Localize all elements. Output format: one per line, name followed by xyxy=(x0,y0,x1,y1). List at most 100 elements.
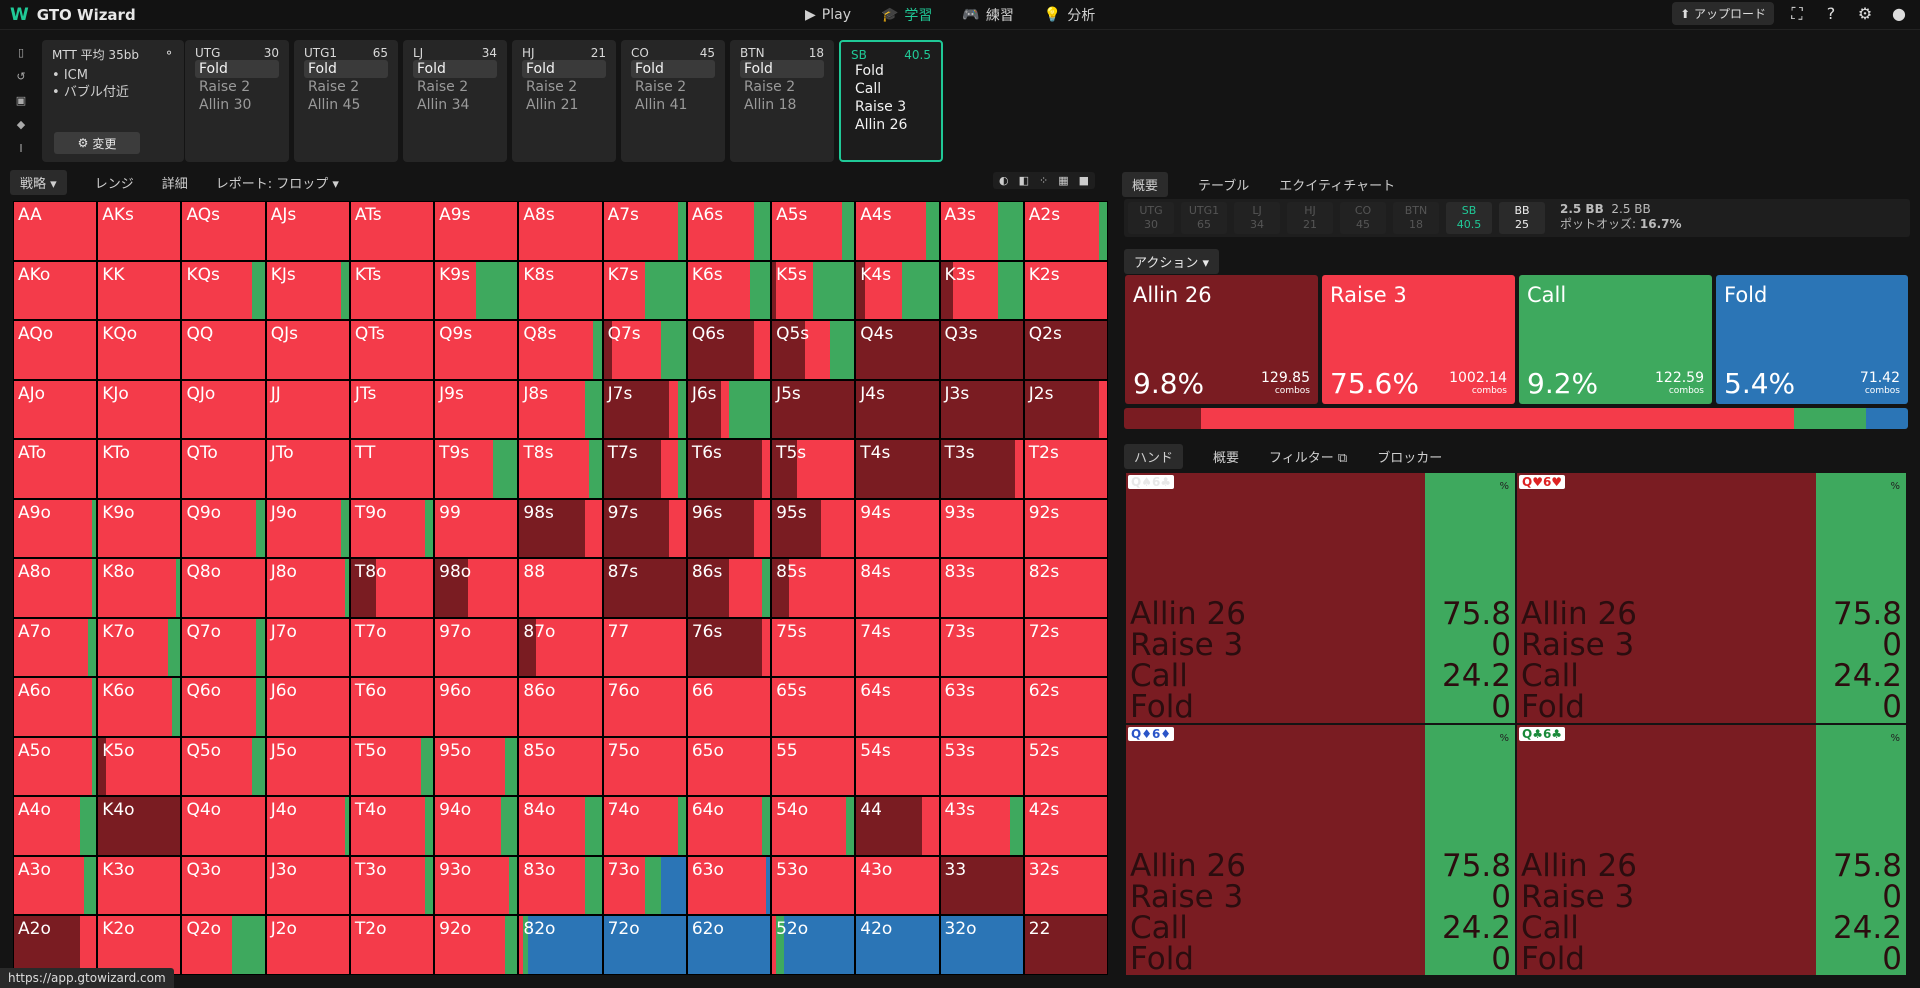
action-fold[interactable]: Fold xyxy=(304,60,388,78)
hand-cell[interactable]: Q2o xyxy=(182,916,265,974)
hand-cell[interactable]: 72s xyxy=(1024,618,1107,677)
hand-cell[interactable]: AQo xyxy=(14,321,97,379)
contrast-icon[interactable]: ◧ xyxy=(1019,174,1029,187)
hand-cell[interactable]: K6s xyxy=(687,261,771,320)
hand-cell[interactable]: 83s xyxy=(940,559,1023,617)
hand-cell[interactable]: 52s xyxy=(1024,737,1107,796)
hand-cell[interactable]: J9o xyxy=(266,499,349,558)
hand-cell[interactable]: 65o xyxy=(687,737,771,796)
action-box-allin[interactable]: Allin 26 9.8% 129.85 combos xyxy=(1125,275,1318,404)
action-fold[interactable]: Fold xyxy=(631,60,715,78)
hand-cell[interactable]: QTo xyxy=(182,440,265,498)
hand-cell[interactable]: T5o xyxy=(350,737,434,796)
action-fold[interactable]: Fold xyxy=(740,60,824,78)
hand-cell[interactable]: 87s xyxy=(603,559,686,617)
hand-cell[interactable]: AA xyxy=(14,202,97,260)
tab-hands[interactable]: ハンド xyxy=(1124,444,1184,469)
hand-cell[interactable]: 72o xyxy=(603,916,686,974)
hand-cell[interactable]: Q3s xyxy=(940,321,1023,379)
hand-cell[interactable]: 95s xyxy=(772,499,855,558)
hand-cell[interactable]: J5o xyxy=(266,737,349,796)
hand-cell[interactable]: J8s xyxy=(519,380,602,439)
hand-cell[interactable]: 44 xyxy=(856,797,939,855)
hand-cell[interactable]: KQo xyxy=(98,321,181,379)
nav-play[interactable]: ▶ Play xyxy=(805,7,851,23)
hand-cell[interactable]: 92o xyxy=(435,916,518,974)
share-icon[interactable]: ⚬ xyxy=(164,46,174,63)
hand-cell[interactable]: QQ xyxy=(182,321,265,379)
hand-cell[interactable]: T2o xyxy=(350,916,434,974)
pos-utg1[interactable]: UTG1 65 xyxy=(1181,202,1227,234)
help-icon[interactable]: ? xyxy=(1820,3,1842,25)
hand-cell[interactable]: AQs xyxy=(182,202,265,260)
hand-combo-card[interactable]: Q♠6♣ % Allin 26 75.8 Raise 30 Call 24.2 Fo… xyxy=(1126,473,1515,723)
pos-sb[interactable]: SB 40.5 xyxy=(1446,202,1492,234)
hand-cell[interactable]: A4o xyxy=(14,797,97,855)
hand-cell[interactable]: 73o xyxy=(603,856,686,915)
hand-cell[interactable]: 75o xyxy=(603,737,686,796)
hand-cell[interactable]: 94s xyxy=(856,499,939,558)
hand-cell[interactable]: K9o xyxy=(98,499,181,558)
position-card-lj[interactable]: LJ 34 Fold Raise 2 Allin 34 xyxy=(403,40,507,162)
small-grid-icon[interactable]: ⁘ xyxy=(1039,174,1048,187)
hand-cell[interactable]: 43s xyxy=(940,797,1023,855)
position-card-utg1[interactable]: UTG1 65 Fold Raise 2 Allin 45 xyxy=(294,40,398,162)
action-dropdown[interactable]: アクション ▾ xyxy=(1124,249,1220,274)
hand-cell[interactable]: 22 xyxy=(1024,916,1107,974)
hand-cell[interactable]: 97o xyxy=(435,618,518,677)
hand-cell[interactable]: T4s xyxy=(856,440,939,498)
hand-cell[interactable]: T3s xyxy=(940,440,1023,498)
hand-cell[interactable]: A8s xyxy=(519,202,602,260)
hand-cell[interactable]: K4s xyxy=(856,261,939,320)
hand-cell[interactable]: 55 xyxy=(772,737,855,796)
hand-cell[interactable]: T6s xyxy=(687,440,771,498)
hand-cell[interactable]: 65s xyxy=(772,678,855,736)
change-button[interactable]: ⚙ 変更 xyxy=(54,132,140,154)
pos-utg[interactable]: UTG 30 xyxy=(1128,202,1174,234)
hand-cell[interactable]: K7o xyxy=(98,618,181,677)
hand-cell[interactable]: 94o xyxy=(435,797,518,855)
hand-cell[interactable]: Q5s xyxy=(772,321,855,379)
pos-co[interactable]: CO 45 xyxy=(1340,202,1386,234)
hand-cell[interactable]: 95o xyxy=(435,737,518,796)
action-raise[interactable]: Raise 2 xyxy=(413,78,497,96)
hand-cell[interactable]: A2o xyxy=(14,916,97,974)
hand-cell[interactable]: KK xyxy=(98,261,181,320)
save-icon[interactable]: ▣ xyxy=(11,90,31,110)
hand-cell[interactable]: A5s xyxy=(772,202,855,260)
hand-cell[interactable]: 52o xyxy=(772,916,855,974)
pos-btn[interactable]: BTN 18 xyxy=(1393,202,1439,234)
bookmark-icon[interactable]: ▯ xyxy=(11,42,31,62)
tab-strategy[interactable]: 戦略 ▾ xyxy=(10,169,67,195)
tab-filter[interactable]: フィルター ⧉ xyxy=(1269,447,1347,466)
hand-cell[interactable]: TT xyxy=(350,440,434,498)
action-call[interactable]: Call xyxy=(851,80,931,98)
hand-cell[interactable]: 92s xyxy=(1024,499,1107,558)
hand-cell[interactable]: 32o xyxy=(940,916,1023,974)
hand-cell[interactable]: 99 xyxy=(435,499,518,558)
pos-hj[interactable]: HJ 21 xyxy=(1287,202,1333,234)
hand-cell[interactable]: K8s xyxy=(519,261,602,320)
pos-lj[interactable]: LJ 34 xyxy=(1234,202,1280,234)
hand-cell[interactable]: A5o xyxy=(14,737,97,796)
gamepad-icon[interactable]: ◆ xyxy=(11,114,31,134)
hand-cell[interactable]: J6s xyxy=(687,380,771,439)
hand-cell[interactable]: QTs xyxy=(350,321,434,379)
square-icon[interactable]: ■ xyxy=(1079,174,1089,187)
action-allin[interactable]: Allin 30 xyxy=(195,96,279,114)
hand-cell[interactable]: 32s xyxy=(1024,856,1107,915)
hand-cell[interactable]: T5s xyxy=(772,440,855,498)
hand-cell[interactable]: 64s xyxy=(856,678,939,736)
hand-cell[interactable]: A2s xyxy=(1024,202,1107,260)
hand-cell[interactable]: Q6s xyxy=(687,321,771,379)
hand-cell[interactable]: J2o xyxy=(266,916,349,974)
hand-cell[interactable]: T9o xyxy=(350,499,434,558)
hand-cell[interactable]: 42s xyxy=(1024,797,1107,855)
hand-cell[interactable]: K3o xyxy=(98,856,181,915)
hand-cell[interactable]: 98o xyxy=(435,559,518,617)
hand-cell[interactable]: KQs xyxy=(182,261,265,320)
action-raise[interactable]: Raise 2 xyxy=(740,78,824,96)
hand-cell[interactable]: 53o xyxy=(772,856,855,915)
tab-report[interactable]: レポート: フロップ ▾ xyxy=(216,173,339,192)
action-raise[interactable]: Raise 2 xyxy=(522,78,606,96)
